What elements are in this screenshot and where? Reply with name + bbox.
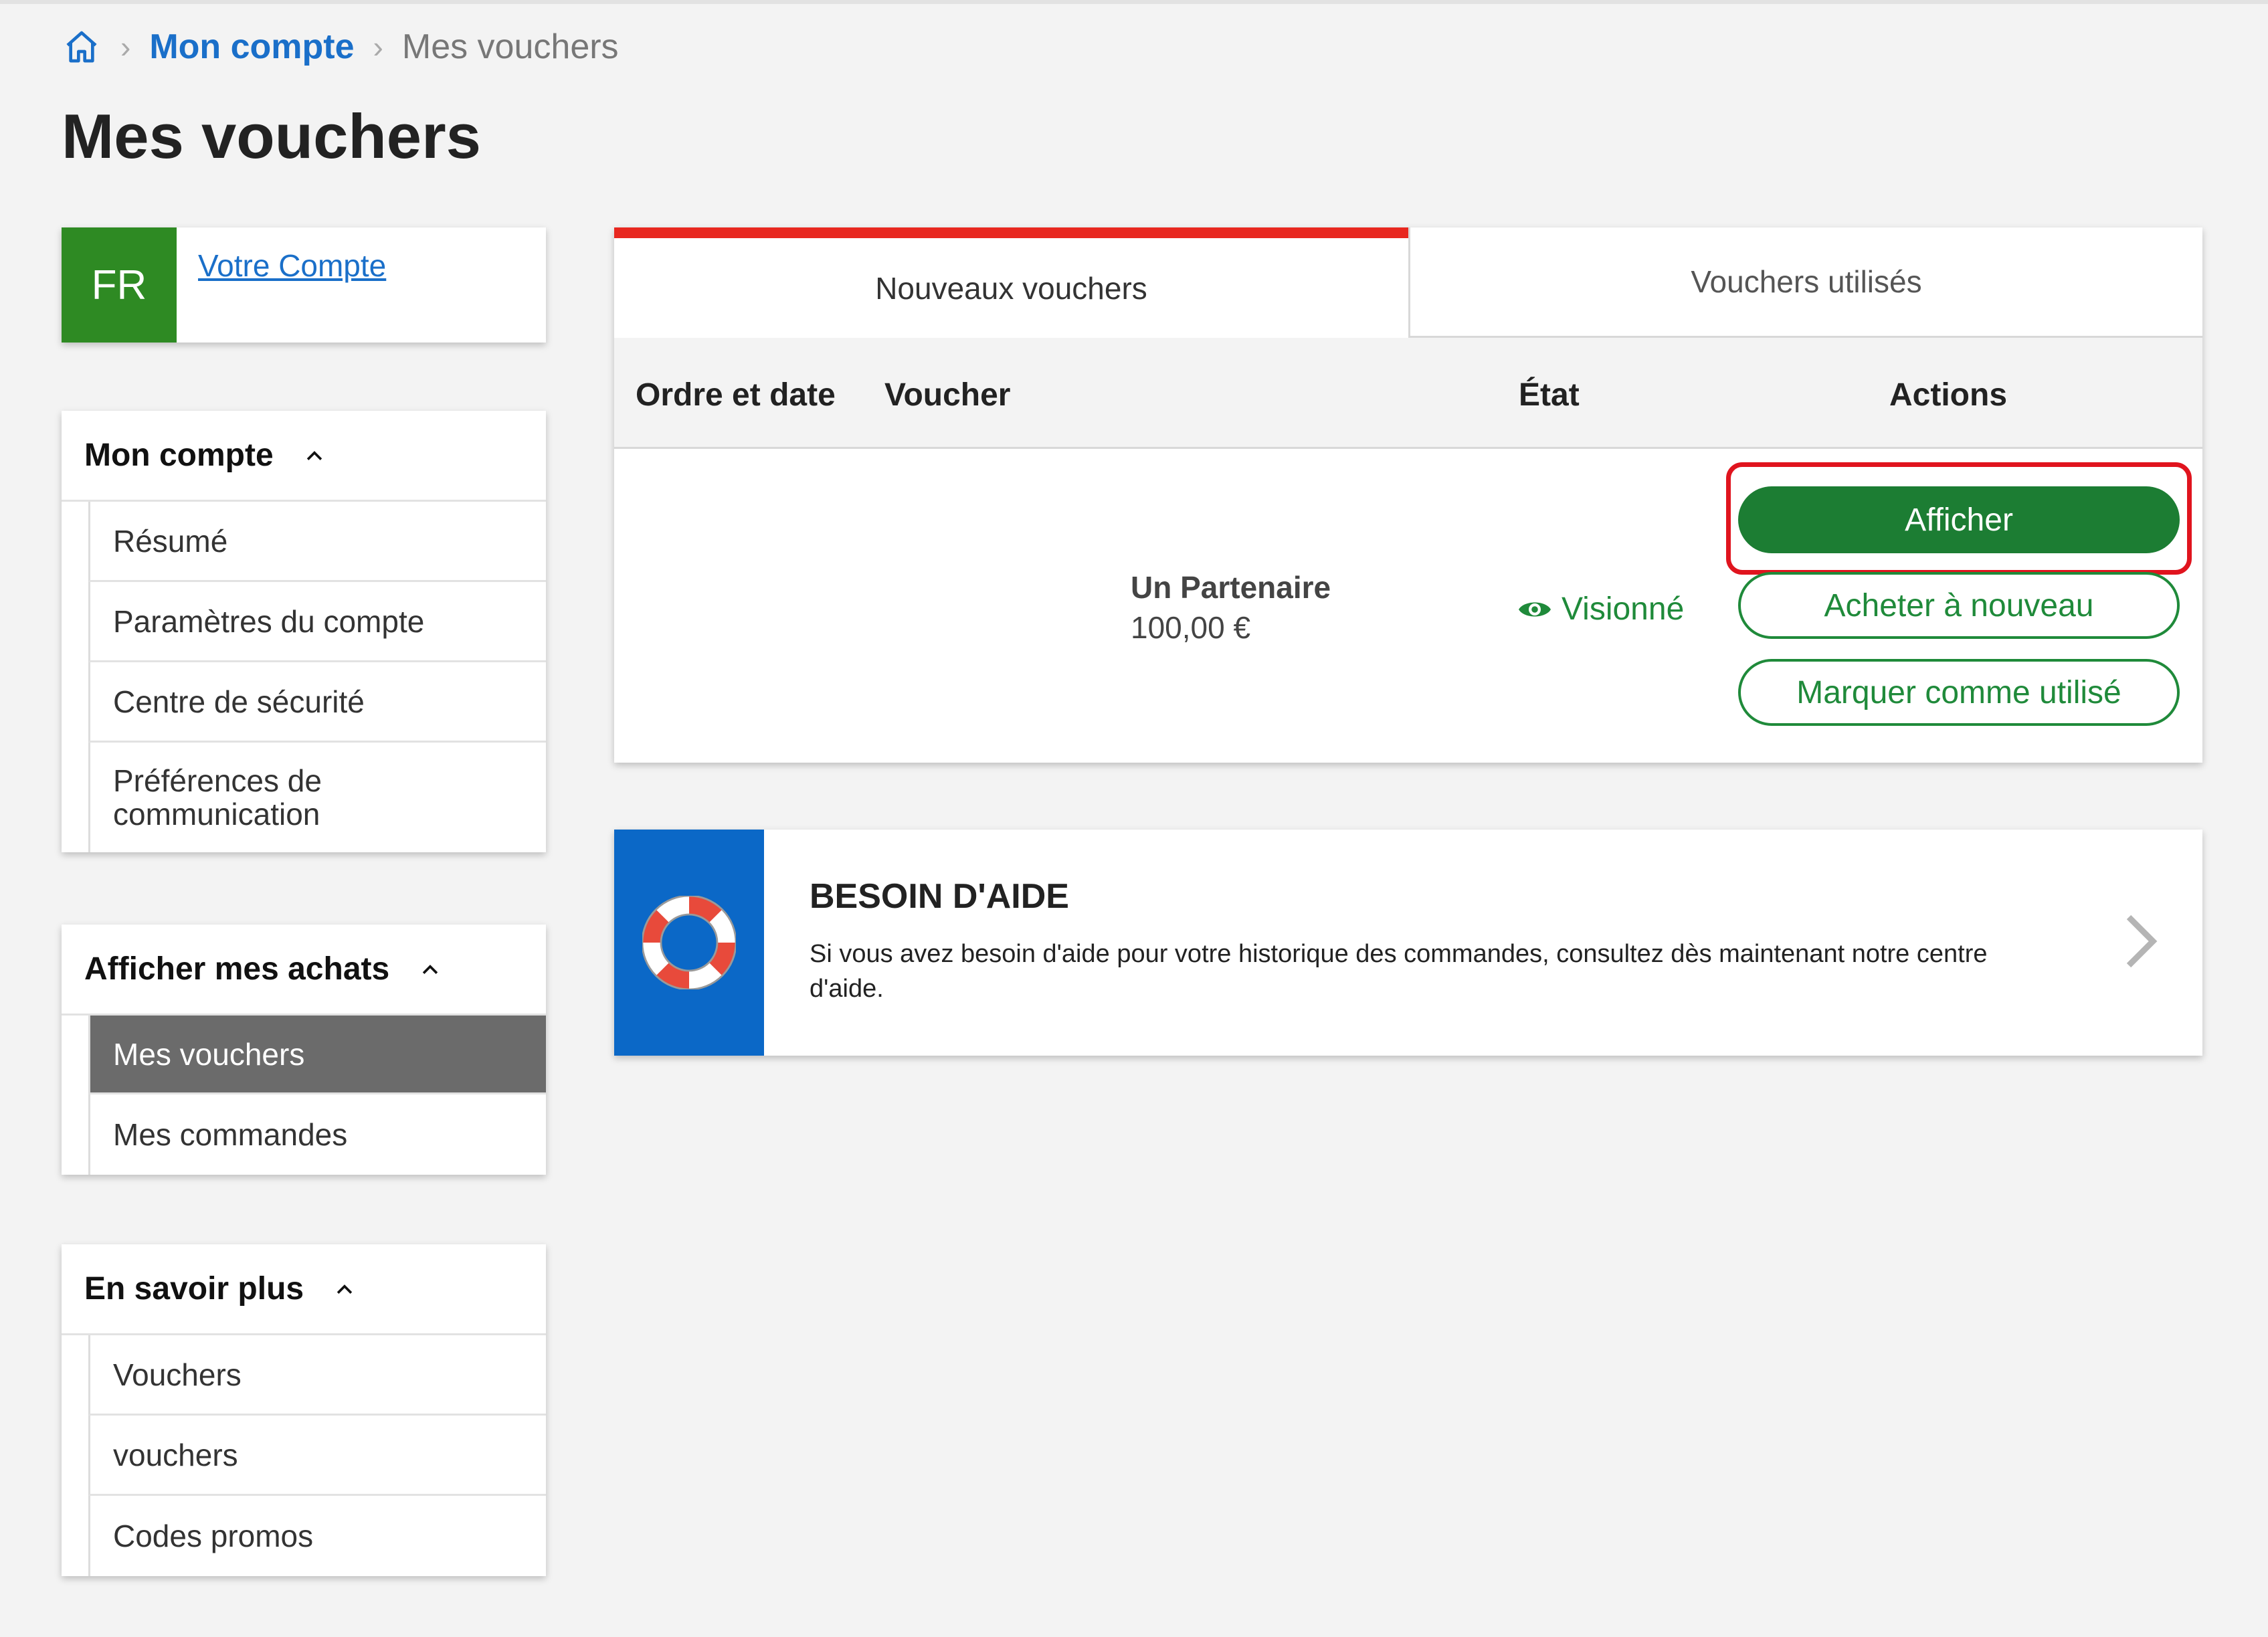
menu-title: En savoir plus <box>84 1271 304 1307</box>
chevron-up-icon <box>333 1278 356 1301</box>
menu-title: Mon compte <box>84 438 274 473</box>
table-header: Ordre et date Voucher État Actions <box>614 338 2202 449</box>
sidebar-item-mes-commandes[interactable]: Mes commandes <box>62 1094 546 1175</box>
menu-header-en-savoir-plus[interactable]: En savoir plus <box>62 1244 546 1335</box>
menu-afficher-achats: Afficher mes achats Mes vouchers Mes com… <box>62 925 546 1175</box>
sidebar-item-parametres[interactable]: Paramètres du compte <box>62 582 546 662</box>
chevron-up-icon <box>303 444 326 467</box>
chevron-right-icon[interactable] <box>2121 911 2161 971</box>
afficher-button[interactable]: Afficher <box>1738 486 2180 553</box>
column-header-voucher: Voucher <box>884 377 1011 413</box>
help-title: BESOIN D'AIDE <box>810 877 1069 916</box>
sidebar-item-mes-vouchers[interactable]: Mes vouchers <box>62 1016 546 1094</box>
page-title: Mes vouchers <box>62 101 481 171</box>
breadcrumb-mon-compte[interactable]: Mon compte <box>149 27 354 67</box>
sidebar-item-codes-promos[interactable]: Codes promos <box>62 1496 546 1576</box>
eye-icon <box>1519 602 1551 616</box>
votre-compte-link[interactable]: Votre Compte <box>198 248 386 343</box>
avatar: FR <box>62 227 177 343</box>
column-header-ordre-date: Ordre et date <box>636 377 836 413</box>
status-badge: Visionné <box>1517 591 1684 628</box>
lifebuoy-icon <box>642 896 736 989</box>
sidebar-item-vouchers[interactable]: Vouchers <box>62 1335 546 1416</box>
marquer-utilise-button[interactable]: Marquer comme utilisé <box>1738 659 2180 726</box>
table-row: Un Partenaire 100,00 € Visionné Afficher… <box>614 449 2202 761</box>
sidebar-item-preferences[interactable]: Préférences de communication <box>62 743 546 852</box>
menu-header-afficher-achats[interactable]: Afficher mes achats <box>62 925 546 1016</box>
breadcrumb-separator: › <box>373 29 383 64</box>
tab-vouchers-utilises[interactable]: Vouchers utilisés <box>1408 227 2202 338</box>
help-text: Si vous avez besoin d'aide pour votre hi… <box>810 940 1988 1003</box>
breadcrumb: › Mon compte › Mes vouchers <box>62 21 619 72</box>
top-border <box>0 0 2268 4</box>
status-label: Visionné <box>1562 591 1685 627</box>
chevron-up-icon <box>419 958 442 981</box>
voucher-name: Un Partenaire <box>1131 570 1331 605</box>
voucher-price: 100,00 € <box>1131 610 1251 645</box>
tab-nouveaux-vouchers[interactable]: Nouveaux vouchers <box>614 227 1408 338</box>
help-card[interactable]: BESOIN D'AIDE Si vous avez besoin d'aide… <box>614 830 2202 1056</box>
vouchers-panel: Nouveaux vouchers Vouchers utilisés Ordr… <box>614 227 2202 763</box>
menu-en-savoir-plus: En savoir plus Vouchers vouchers Codes p… <box>62 1244 546 1576</box>
menu-mon-compte: Mon compte Résumé Paramètres du compte C… <box>62 411 546 852</box>
menu-header-mon-compte[interactable]: Mon compte <box>62 411 546 502</box>
home-icon[interactable] <box>62 27 102 67</box>
sidebar-item-vouchers-lower[interactable]: vouchers <box>62 1416 546 1496</box>
help-body: BESOIN D'AIDE Si vous avez besoin d'aide… <box>764 830 2035 1056</box>
sidebar-item-centre-securite[interactable]: Centre de sécurité <box>62 662 546 743</box>
sidebar-item-resume[interactable]: Résumé <box>62 502 546 582</box>
column-header-actions: Actions <box>1889 377 2008 413</box>
help-icon-panel <box>614 830 764 1056</box>
acheter-nouveau-button[interactable]: Acheter à nouveau <box>1738 572 2180 639</box>
breadcrumb-current: Mes vouchers <box>401 27 619 66</box>
tab-bar: Nouveaux vouchers Vouchers utilisés <box>614 227 2202 338</box>
breadcrumb-separator: › <box>120 29 131 64</box>
menu-title: Afficher mes achats <box>84 951 390 987</box>
account-card: FR Votre Compte <box>62 227 546 343</box>
column-header-etat: État <box>1519 377 1580 413</box>
